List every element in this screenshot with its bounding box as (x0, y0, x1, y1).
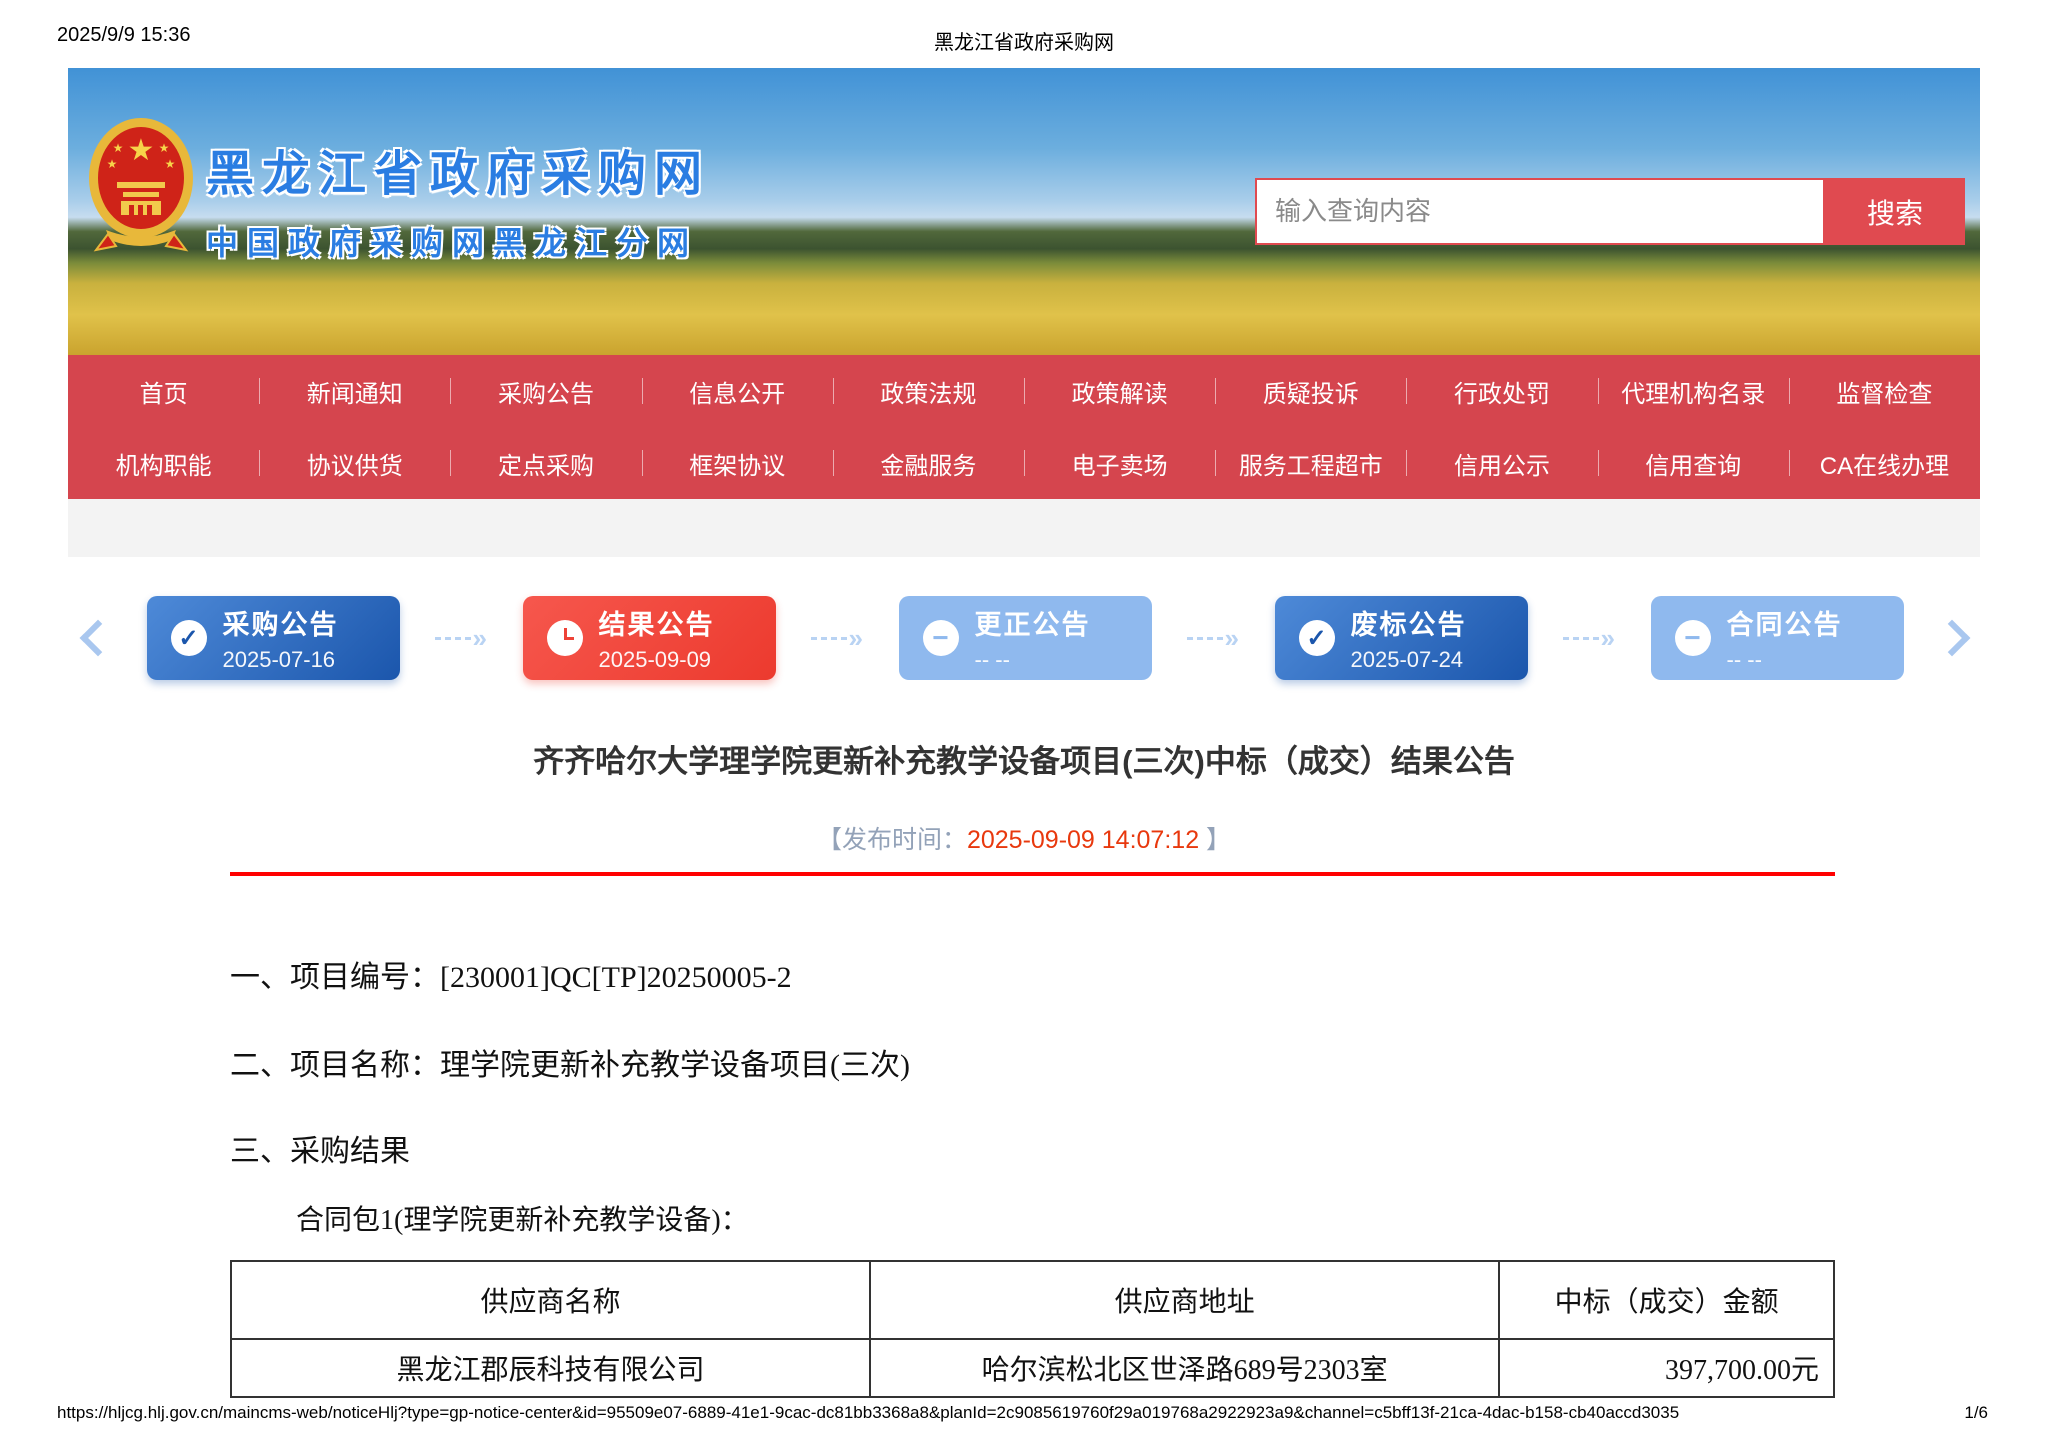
nav-item-credit-query[interactable]: 信用查询 (1598, 427, 1789, 499)
national-emblem-logo: ★ ★ ★ ★ ★ (86, 112, 196, 257)
search-button[interactable]: 搜索 (1825, 178, 1965, 245)
cell-supplier-name: 黑龙江郡辰科技有限公司 (231, 1339, 870, 1397)
nav-bottom-strip (68, 499, 1980, 557)
result-table: 供应商名称 供应商地址 中标（成交）金额 黑龙江郡辰科技有限公司 哈尔滨松北区世… (230, 1260, 1835, 1398)
check-circle-icon: ✓ (1299, 620, 1335, 656)
nav-item-e-marketplace[interactable]: 电子卖场 (1024, 427, 1215, 499)
publish-time-line: 【发布时间：2025-09-09 14:07:12 】 (0, 820, 2048, 856)
svg-text:★: ★ (159, 141, 170, 155)
table-header-row: 供应商名称 供应商地址 中标（成交）金额 (231, 1261, 1834, 1339)
step-label: 合同公告 (1727, 603, 1843, 642)
nav-item-supervision[interactable]: 监督检查 (1789, 355, 1980, 427)
step-label: 结果公告 (599, 603, 715, 642)
section-project-number: 一、项目编号：[230001]QC[TP]20250005-2 (230, 952, 792, 996)
timeline-step-correction-notice[interactable]: − 更正公告 -- -- (899, 596, 1152, 680)
print-url: https://hljcg.hlj.gov.cn/maincms-web/not… (57, 1403, 1679, 1423)
step-label: 采购公告 (223, 603, 339, 642)
search-box: 搜索 (1255, 178, 1965, 245)
title-divider (230, 872, 1835, 876)
nav-row-2: 机构职能 协议供货 定点采购 框架协议 金融服务 电子卖场 服务工程超市 信用公… (68, 427, 1980, 499)
step-date: -- -- (975, 647, 1091, 673)
nav-item-procurement-notice[interactable]: 采购公告 (450, 355, 641, 427)
nav-item-agreement-supply[interactable]: 协议供货 (259, 427, 450, 499)
publish-time: 2025-09-09 14:07:12 (967, 826, 1199, 854)
step-date: -- -- (1727, 647, 1843, 673)
clock-icon (547, 620, 583, 656)
nav-item-financial-services[interactable]: 金融服务 (833, 427, 1024, 499)
main-navigation: 首页 新闻通知 采购公告 信息公开 政策法规 政策解读 质疑投诉 行政处罚 代理… (68, 355, 1980, 499)
site-title-block: 黑龙江省政府采购网 中国政府采购网黑龙江分网 (206, 134, 710, 264)
print-document-title: 黑龙江省政府采购网 (0, 26, 2048, 55)
contract-package-label: 合同包1(理学院更新补充教学设备)： (296, 1198, 749, 1238)
header-award-amount: 中标（成交）金额 (1499, 1261, 1834, 1339)
minus-circle-icon: − (1675, 620, 1711, 656)
timeline-step-failed-bid-notice[interactable]: ✓ 废标公告 2025-07-24 (1275, 596, 1528, 680)
svg-text:★: ★ (165, 157, 176, 171)
step-date: 2025-07-16 (223, 647, 339, 673)
section-procurement-result: 三、采购结果 (230, 1126, 410, 1170)
cell-supplier-address: 哈尔滨松北区世泽路689号2303室 (870, 1339, 1499, 1397)
header-supplier-name: 供应商名称 (231, 1261, 870, 1339)
nav-item-org-functions[interactable]: 机构职能 (68, 427, 259, 499)
site-subtitle: 中国政府采购网黑龙江分网 (206, 218, 710, 264)
nav-item-policies[interactable]: 政策法规 (833, 355, 1024, 427)
nav-item-fixed-point[interactable]: 定点采购 (450, 427, 641, 499)
step-date: 2025-07-24 (1351, 647, 1467, 673)
article-title: 齐齐哈尔大学理学院更新补充教学设备项目(三次)中标（成交）结果公告 (0, 736, 2048, 781)
timeline-step-procurement-notice[interactable]: ✓ 采购公告 2025-07-16 (147, 596, 400, 680)
nav-item-news[interactable]: 新闻通知 (259, 355, 450, 427)
notice-timeline: ✓ 采购公告 2025-07-16 » 结果公告 2025-09-09 » − … (85, 592, 1965, 684)
nav-item-framework[interactable]: 框架协议 (642, 427, 833, 499)
nav-item-policy-interpretation[interactable]: 政策解读 (1024, 355, 1215, 427)
search-input[interactable] (1255, 178, 1825, 245)
svg-text:★: ★ (128, 134, 155, 167)
chevron-left-icon[interactable] (80, 620, 117, 657)
publish-prefix: 【发布时间： (817, 826, 967, 854)
nav-item-ca-online[interactable]: CA在线办理 (1789, 427, 1980, 499)
svg-text:★: ★ (113, 141, 124, 155)
print-page-number: 1/6 (1964, 1403, 1988, 1423)
site-banner: ★ ★ ★ ★ ★ 黑龙江省政府采购网 中国政府采购网黑龙江分网 搜索 (68, 68, 1980, 355)
step-label: 废标公告 (1351, 603, 1467, 642)
publish-suffix: 】 (1199, 826, 1231, 854)
timeline-step-contract-notice[interactable]: − 合同公告 -- -- (1651, 596, 1904, 680)
print-preview-page: 2025/9/9 15:36 黑龙江省政府采购网 ★ ★ ★ ★ ★ 黑龙江省政… (0, 0, 2048, 1447)
nav-item-home[interactable]: 首页 (68, 355, 259, 427)
check-circle-icon: ✓ (171, 620, 207, 656)
section-project-name: 二、项目名称：理学院更新补充教学设备项目(三次) (230, 1040, 910, 1084)
nav-item-info-disclosure[interactable]: 信息公开 (642, 355, 833, 427)
flow-arrow-icon: » (435, 625, 487, 651)
flow-arrow-icon: » (811, 625, 863, 651)
cell-award-amount: 397,700.00元 (1499, 1339, 1834, 1397)
site-title: 黑龙江省政府采购网 (206, 134, 710, 204)
chevron-right-icon[interactable] (1934, 620, 1971, 657)
svg-text:★: ★ (107, 157, 118, 171)
timeline-step-result-notice[interactable]: 结果公告 2025-09-09 (523, 596, 776, 680)
minus-circle-icon: − (923, 620, 959, 656)
nav-item-admin-penalty[interactable]: 行政处罚 (1406, 355, 1597, 427)
step-label: 更正公告 (975, 603, 1091, 642)
nav-item-service-supermarket[interactable]: 服务工程超市 (1215, 427, 1406, 499)
nav-item-complaints[interactable]: 质疑投诉 (1215, 355, 1406, 427)
table-row: 黑龙江郡辰科技有限公司 哈尔滨松北区世泽路689号2303室 397,700.0… (231, 1339, 1834, 1397)
nav-row-1: 首页 新闻通知 采购公告 信息公开 政策法规 政策解读 质疑投诉 行政处罚 代理… (68, 355, 1980, 427)
header-supplier-address: 供应商地址 (870, 1261, 1499, 1339)
flow-arrow-icon: » (1563, 625, 1615, 651)
flow-arrow-icon: » (1187, 625, 1239, 651)
step-date: 2025-09-09 (599, 647, 715, 673)
nav-item-agency-directory[interactable]: 代理机构名录 (1598, 355, 1789, 427)
nav-item-credit-publicity[interactable]: 信用公示 (1406, 427, 1597, 499)
